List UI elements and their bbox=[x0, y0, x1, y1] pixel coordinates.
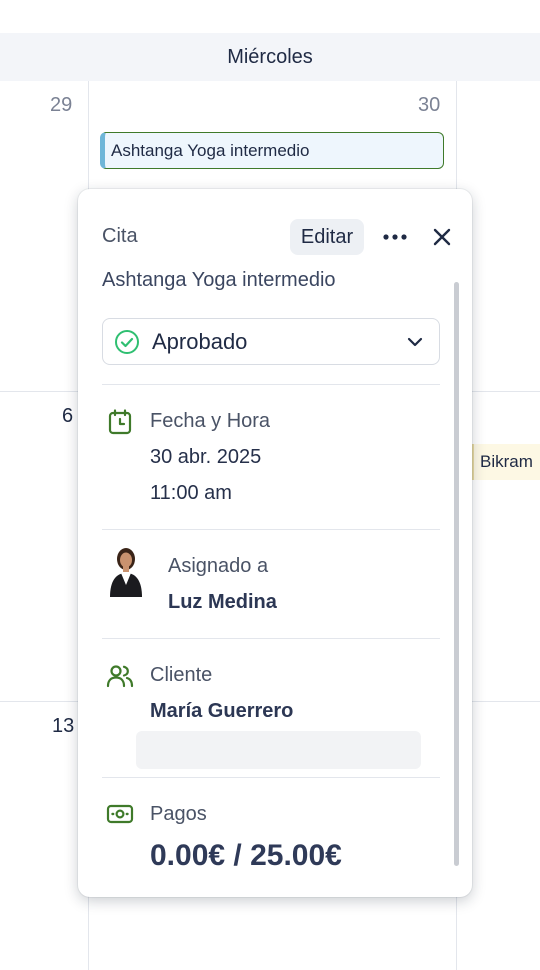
event-title: Ashtanga Yoga intermedio bbox=[111, 140, 310, 160]
popover-title: Cita bbox=[102, 225, 138, 247]
edit-button-label: Editar bbox=[300, 225, 354, 248]
close-icon bbox=[433, 228, 451, 246]
more-options-button[interactable] bbox=[378, 221, 412, 253]
status-value: Aprobado bbox=[152, 328, 248, 354]
calendar-event[interactable]: Ashtanga Yoga intermedio bbox=[100, 132, 444, 169]
calendar-clock-icon bbox=[108, 409, 132, 435]
client-name[interactable]: María Guerrero bbox=[150, 700, 293, 723]
day-number[interactable]: 30 bbox=[418, 94, 440, 117]
client-label: Cliente bbox=[150, 664, 213, 686]
section-divider bbox=[102, 384, 440, 385]
assigned-label: Asignado a bbox=[168, 555, 269, 577]
section-divider bbox=[102, 529, 440, 530]
section-divider bbox=[102, 777, 440, 778]
appointment-popover: Cita Editar Ashtanga Yoga intermedio Apr… bbox=[78, 189, 472, 897]
appointment-subject: Ashtanga Yoga intermedio bbox=[102, 269, 336, 291]
cash-icon bbox=[106, 803, 134, 825]
day-number: 6 bbox=[62, 405, 74, 427]
section-divider bbox=[102, 638, 440, 639]
appointment-time: 11:00 am bbox=[150, 482, 232, 504]
event-title: Bikram bbox=[480, 452, 533, 471]
assigned-name: Luz Medina bbox=[168, 591, 277, 613]
payment-total: 0.00€ / 25.00€ bbox=[150, 839, 342, 872]
payments-label: Pagos bbox=[150, 803, 207, 825]
avatar bbox=[110, 548, 142, 597]
chevron-down-icon bbox=[407, 337, 423, 347]
status-dropdown[interactable]: Aprobado bbox=[102, 318, 440, 365]
scrollbar[interactable] bbox=[454, 282, 459, 866]
edit-button[interactable]: Editar bbox=[290, 219, 364, 255]
day-header: Miércoles bbox=[0, 33, 540, 81]
calendar-event[interactable]: Bikram bbox=[472, 444, 540, 480]
day-header-label: Miércoles bbox=[227, 45, 313, 68]
day-number: 13 bbox=[52, 715, 75, 737]
users-icon bbox=[106, 663, 134, 689]
client-notes-field[interactable] bbox=[136, 731, 421, 769]
more-horizontal-icon bbox=[383, 234, 407, 240]
close-button[interactable] bbox=[426, 221, 458, 253]
check-circle-icon bbox=[114, 329, 140, 355]
datetime-label: Fecha y Hora bbox=[150, 410, 271, 432]
appointment-date: 30 abr. 2025 bbox=[150, 446, 262, 468]
day-number: 29 bbox=[50, 94, 73, 116]
